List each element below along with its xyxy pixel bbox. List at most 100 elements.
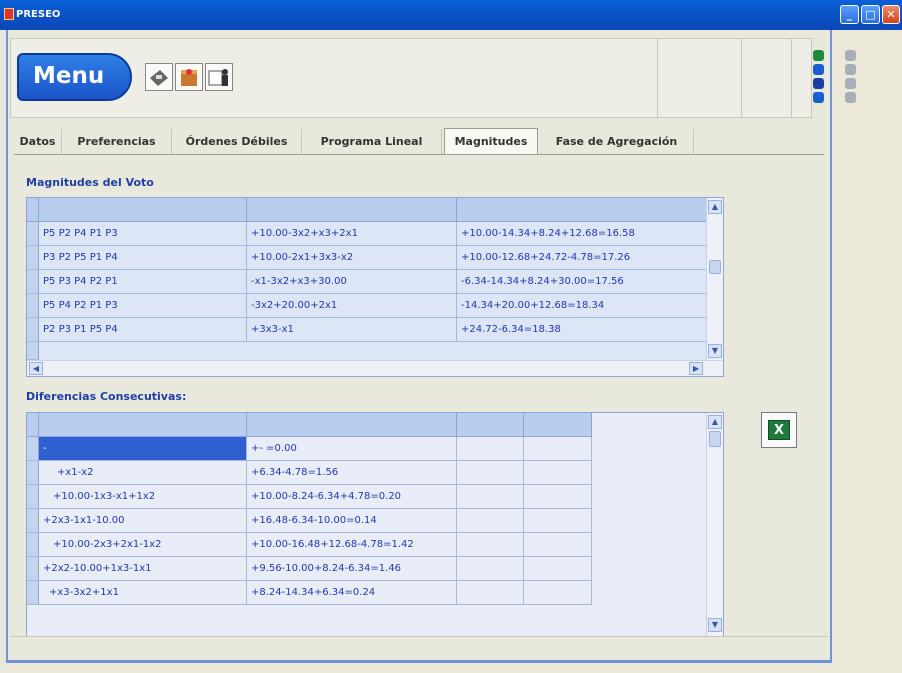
row-header[interactable] [27, 557, 39, 581]
grid-cell-selected[interactable]: - [39, 437, 247, 461]
grid-cell[interactable]: P5 P2 P4 P1 P3 [39, 222, 247, 246]
grid-cell[interactable]: +10.00-16.48+12.68-4.78=1.42 [247, 533, 457, 557]
tool-icon[interactable] [845, 50, 856, 61]
grid-cell[interactable]: +10.00-12.68+24.72-4.78=17.26 [457, 246, 707, 270]
column-header[interactable] [457, 198, 707, 222]
minimize-button[interactable]: _ [840, 5, 859, 24]
grid-cell[interactable] [457, 437, 524, 461]
grid-cell[interactable]: -14.34+20.00+12.68=18.34 [457, 294, 707, 318]
grid-cell[interactable]: -6.34-14.34+8.24+30.00=17.56 [457, 270, 707, 294]
tab-fase-de-agregacion[interactable]: Fase de Agregación [540, 129, 694, 155]
column-header[interactable] [39, 198, 247, 222]
vertical-scrollbar[interactable]: ▲ ▼ [706, 198, 723, 361]
row-header[interactable] [27, 437, 39, 461]
grid-cell[interactable]: P2 P3 P1 P5 P4 [39, 318, 247, 342]
row-header[interactable] [27, 294, 39, 318]
row-header[interactable] [27, 318, 39, 342]
grid-cell[interactable]: +9.56-10.00+8.24-6.34=1.46 [247, 557, 457, 581]
scroll-down-arrow[interactable]: ▼ [708, 618, 722, 632]
grid-cell[interactable]: -x1-3x2+x3+30.00 [247, 270, 457, 294]
scroll-left-arrow[interactable]: ◀ [29, 362, 43, 375]
row-header[interactable] [27, 461, 39, 485]
maximize-button[interactable]: □ [861, 5, 880, 24]
grid-cell[interactable]: +16.48-6.34-10.00=0.14 [247, 509, 457, 533]
tab-preferencias[interactable]: Preferencias [62, 129, 172, 155]
menu-button[interactable]: Menu [17, 53, 132, 101]
grid-cell[interactable] [457, 509, 524, 533]
grid-cell[interactable] [457, 461, 524, 485]
grid-cell[interactable] [524, 557, 592, 581]
column-header[interactable] [524, 413, 592, 437]
grid-cell[interactable]: +x3-3x2+1x1 [39, 581, 247, 605]
grid-cell[interactable] [457, 557, 524, 581]
horizontal-scrollbar[interactable]: ◀ ▶ [27, 360, 723, 376]
grid-cell[interactable]: +2x2-10.00+1x3-1x1 [39, 557, 247, 581]
tab-programa-lineal[interactable]: Programa Lineal [302, 129, 442, 155]
grid-cell[interactable] [524, 509, 592, 533]
grid-cell[interactable]: +x1-x2 [39, 461, 247, 485]
grid-cell[interactable] [457, 581, 524, 605]
scroll-right-arrow[interactable]: ▶ [689, 362, 703, 375]
grid-cell[interactable]: +8.24-14.34+6.34=0.24 [247, 581, 457, 605]
grid-cell[interactable]: +10.00-2x1+3x3-x2 [247, 246, 457, 270]
scroll-up-arrow[interactable]: ▲ [708, 415, 722, 429]
grid-cell[interactable]: P5 P3 P4 P2 P1 [39, 270, 247, 294]
differences-grid[interactable]: - +- =0.00 +x1-x2 +6.34-4.78=1.56 +10.00… [26, 412, 724, 637]
scroll-thumb[interactable] [709, 260, 721, 274]
vertical-scrollbar[interactable]: ▲ ▼ [706, 413, 723, 636]
disk-icon[interactable] [145, 63, 173, 91]
row-header[interactable] [27, 342, 39, 360]
grid-cell[interactable]: +10.00-8.24-6.34+4.78=0.20 [247, 485, 457, 509]
tool-icon[interactable] [845, 92, 856, 103]
votes-grid[interactable]: P5 P2 P4 P1 P3 +10.00-3x2+x3+2x1 +10.00-… [26, 197, 724, 377]
grid-cell[interactable]: -3x2+20.00+2x1 [247, 294, 457, 318]
info-icon[interactable] [813, 78, 824, 89]
grid-cell[interactable]: +10.00-14.34+8.24+12.68=16.58 [457, 222, 707, 246]
row-header[interactable] [27, 533, 39, 557]
row-header[interactable] [27, 485, 39, 509]
column-header[interactable] [247, 413, 457, 437]
grid-cell[interactable]: +3x3-x1 [247, 318, 457, 342]
scroll-thumb[interactable] [709, 431, 721, 447]
excel-export-button[interactable]: X [761, 412, 797, 448]
close-button[interactable]: ✕ [882, 5, 900, 24]
grid-cell[interactable] [524, 485, 592, 509]
grid-cell[interactable] [524, 581, 592, 605]
grid-cell[interactable]: +10.00-3x2+x3+2x1 [247, 222, 457, 246]
row-header[interactable] [27, 222, 39, 246]
tool-icon[interactable] [813, 64, 824, 75]
row-header[interactable] [27, 246, 39, 270]
grid-cell[interactable]: P5 P4 P2 P1 P3 [39, 294, 247, 318]
tool-icon[interactable] [845, 64, 856, 75]
tab-underline [14, 154, 824, 155]
grid-cell[interactable]: +2x3-1x1-10.00 [39, 509, 247, 533]
user-document-icon[interactable] [205, 63, 233, 91]
grid-cell[interactable]: +6.34-4.78=1.56 [247, 461, 457, 485]
row-header[interactable] [27, 270, 39, 294]
grid-cell[interactable] [457, 533, 524, 557]
tool-icon[interactable] [845, 78, 856, 89]
tab-ordenes-debiles[interactable]: Órdenes Débiles [172, 129, 302, 155]
grid-cell[interactable] [524, 437, 592, 461]
row-header[interactable] [27, 581, 39, 605]
row-header[interactable] [27, 509, 39, 533]
column-header[interactable] [247, 198, 457, 222]
section-title-magnitudes: Magnitudes del Voto [26, 176, 154, 189]
grid-cell[interactable] [457, 485, 524, 509]
tab-datos[interactable]: Datos [14, 129, 62, 155]
scroll-up-arrow[interactable]: ▲ [708, 200, 722, 214]
tool-icon[interactable] [813, 92, 824, 103]
column-header[interactable] [457, 413, 524, 437]
column-header[interactable] [39, 413, 247, 437]
grid-cell[interactable]: P3 P2 P5 P1 P4 [39, 246, 247, 270]
scroll-down-arrow[interactable]: ▼ [708, 344, 722, 358]
excel-small-icon[interactable] [813, 50, 824, 61]
tab-magnitudes[interactable]: Magnitudes [444, 128, 538, 154]
box-icon[interactable] [175, 63, 203, 91]
grid-cell[interactable]: +10.00-2x3+2x1-1x2 [39, 533, 247, 557]
grid-cell[interactable]: +24.72-6.34=18.38 [457, 318, 707, 342]
grid-cell[interactable]: +10.00-1x3-x1+1x2 [39, 485, 247, 509]
grid-cell[interactable] [524, 533, 592, 557]
grid-cell[interactable]: +- =0.00 [247, 437, 457, 461]
grid-cell[interactable] [524, 461, 592, 485]
